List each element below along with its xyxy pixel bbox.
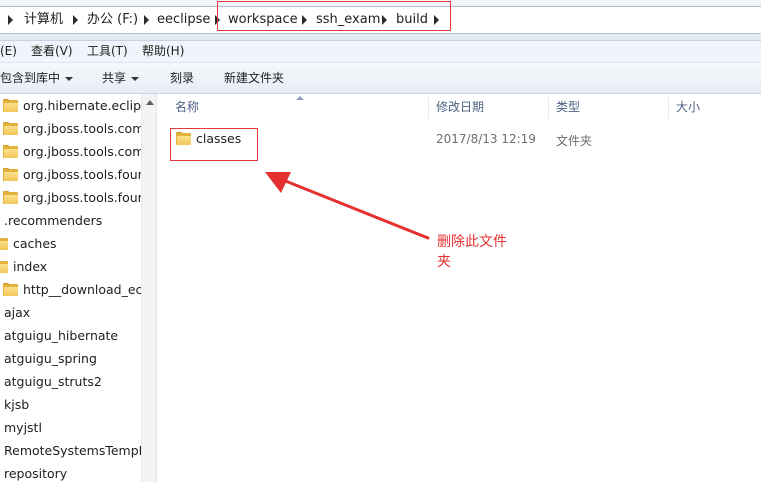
file-row[interactable]: classes 2017/8/13 12:19 文件夹 [167,128,761,150]
nav-item[interactable]: org.jboss.tools.comm [0,117,141,140]
column-divider[interactable] [548,97,549,119]
folder-icon [3,122,18,135]
nav-item-label: caches [13,236,57,251]
crumb-computer[interactable]: 计算机 [24,7,63,33]
nav-item-label: ajax [4,305,31,320]
chevron-right-icon[interactable] [144,15,149,25]
chevron-right-icon[interactable] [382,15,387,25]
chevron-right-icon[interactable] [73,15,78,25]
chevron-down-icon [131,76,140,81]
nav-item[interactable]: http__download_ec [0,278,141,301]
nav-item-label: .recommenders [4,213,103,228]
column-type[interactable]: 类型 [556,94,580,121]
nav-item-label: org.jboss.tools.comm [23,144,141,159]
nav-item[interactable]: kjsb [0,393,141,416]
nav-item[interactable]: org.jboss.tools.foun [0,163,141,186]
nav-item-label: kjsb [4,397,30,412]
nav-item[interactable]: RemoteSystemsTempFi [0,439,141,462]
share-label: 共享 [102,71,127,85]
nav-item-label: myjstl [4,420,42,435]
nav-item-label: index [13,259,48,274]
include-in-library-label: 包含到库中 [0,71,61,85]
nav-item-label: RemoteSystemsTempFi [4,443,141,458]
column-name[interactable]: 名称 [175,94,199,121]
menu-edit[interactable]: (E) [0,41,17,62]
menu-help[interactable]: 帮助(H) [142,41,184,62]
nav-scrollbar[interactable] [141,94,157,482]
file-name: classes [196,131,242,146]
scroll-up-arrow-icon[interactable] [146,100,154,105]
nav-item[interactable]: caches [0,232,141,255]
crumb-build[interactable]: build [396,7,428,33]
file-modified: 2017/8/13 12:19 [436,132,536,146]
address-bar: 计算机 办公 (F:) eeclipse workspace ssh_exam … [0,0,761,41]
menu-view[interactable]: 查看(V) [31,41,73,62]
annotation-note: 删除此文件夹 [437,234,507,270]
nav-item[interactable]: myjstl [0,416,141,439]
nav-item-label: atguigu_struts2 [4,374,102,389]
nav-item[interactable]: .recommenders [0,209,141,232]
folder-icon [3,168,18,181]
chevron-right-icon[interactable] [302,15,307,25]
crumb-drive-f[interactable]: 办公 (F:) [87,7,138,33]
column-divider[interactable] [668,97,669,119]
folder-icon [3,145,18,158]
file-type: 文件夹 [556,134,593,148]
chevron-right-icon[interactable] [8,15,13,25]
crumb-workspace[interactable]: workspace [228,7,298,33]
chevron-down-icon [65,76,74,81]
column-header: 名称 修改日期 类型 大小 [157,94,761,121]
nav-item-label: org.hibernate.eclipse [23,98,141,113]
nav-item[interactable]: org.hibernate.eclipse [0,94,141,117]
include-in-library-button[interactable]: 包含到库中 [0,63,74,93]
chevron-right-icon[interactable] [215,15,220,25]
menu-tools[interactable]: 工具(T) [87,41,128,62]
nav-item-label: org.jboss.tools.comm [23,121,141,136]
folder-icon [176,132,191,145]
folder-icon [3,99,18,112]
breadcrumb[interactable]: 计算机 办公 (F:) eeclipse workspace ssh_exam … [0,6,761,34]
nav-item-label: atguigu_hibernate [4,328,119,343]
new-folder-button[interactable]: 新建文件夹 [224,63,284,93]
sort-ascending-icon [296,96,304,100]
column-size[interactable]: 大小 [676,94,700,121]
folder-icon [0,260,8,273]
share-button[interactable]: 共享 [102,63,140,93]
menu-bar: (E) 查看(V) 工具(T) 帮助(H) [0,41,761,63]
folder-icon [3,191,18,204]
nav-item-label: repository [4,466,68,481]
nav-item[interactable]: ajax [0,301,141,324]
nav-item[interactable]: repository [0,462,141,482]
chevron-right-icon[interactable] [434,15,439,25]
nav-item[interactable]: atguigu_hibernate [0,324,141,347]
file-list-pane: 名称 修改日期 类型 大小 classes 2017/8/13 12:19 文件… [157,94,761,482]
nav-item-label: atguigu_spring [4,351,97,366]
toolbar: 包含到库中 共享 刻录 新建文件夹 [0,63,761,94]
column-divider[interactable] [428,97,429,119]
nav-item-label: org.jboss.tools.foun [23,167,141,182]
column-modified[interactable]: 修改日期 [436,94,484,121]
crumb-ssh-exam[interactable]: ssh_exam [316,7,380,33]
folder-icon [0,237,8,250]
nav-item[interactable]: index [0,255,141,278]
nav-item[interactable]: org.jboss.tools.comm [0,140,141,163]
navigation-pane: org.hibernate.eclipse org.jboss.tools.com… [0,94,141,482]
nav-item-label: http__download_ec [23,282,141,297]
nav-item[interactable]: org.jboss.tools.foun [0,186,141,209]
crumb-eeclipse[interactable]: eeclipse [157,7,210,33]
burn-button[interactable]: 刻录 [170,63,194,93]
nav-item[interactable]: atguigu_struts2 [0,370,141,393]
folder-icon [3,283,18,296]
nav-item-label: org.jboss.tools.foun [23,190,141,205]
nav-item[interactable]: atguigu_spring [0,347,141,370]
